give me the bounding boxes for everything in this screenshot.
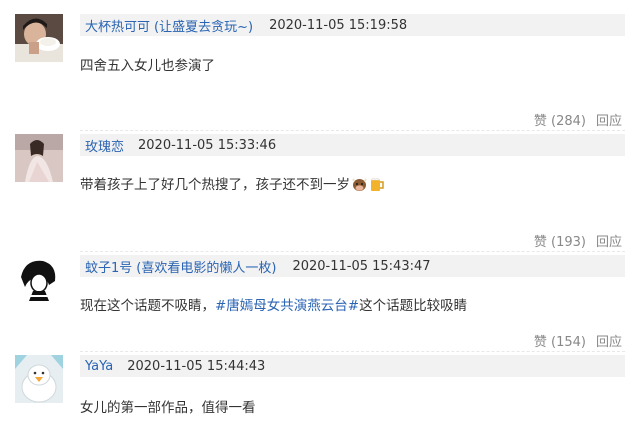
reply-button[interactable]: 回应	[596, 114, 622, 129]
timestamp: 2020-11-05 15:43:47	[292, 258, 431, 274]
timestamp: 2020-11-05 15:44:43	[127, 358, 266, 374]
comment-header: 大杯热可可 (让盛夏去贪玩~) 2020-11-05 15:19:58	[80, 14, 625, 36]
avatar[interactable]	[15, 355, 63, 403]
comment-text: 现在这个话题不吸睛，#唐嫣母女共演燕云台#这个话题比较吸睛	[80, 294, 467, 314]
timestamp: 2020-11-05 15:19:58	[269, 17, 408, 33]
username-link[interactable]: 蚊子1号	[85, 257, 132, 276]
comment-actions: 赞 (193) 回应	[534, 231, 622, 250]
avatar[interactable]	[15, 14, 63, 62]
username-link[interactable]: YaYa	[85, 359, 113, 374]
user-signature: (让盛夏去贪玩~)	[154, 19, 254, 35]
divider	[80, 351, 625, 352]
comment-header: 玫瑰恋 2020-11-05 15:33:46	[80, 134, 625, 156]
user-signature: (喜欢看电影的懒人一枚)	[136, 260, 277, 276]
username-link[interactable]: 大杯热可可	[85, 16, 150, 35]
reply-button[interactable]: 回应	[596, 235, 622, 250]
comment-actions: 赞 (284) 回应	[534, 110, 622, 129]
avatar[interactable]	[15, 255, 63, 303]
comment-text-before: 现在这个话题不吸睛，	[80, 298, 215, 314]
comment-header: YaYa 2020-11-05 15:44:43	[80, 355, 625, 377]
beer-mug-emoji-icon	[369, 176, 385, 196]
comment-actions: 赞 (154) 回应	[534, 331, 622, 350]
reply-button[interactable]: 回应	[596, 335, 622, 350]
divider	[80, 251, 625, 252]
like-button[interactable]: 赞 (154)	[534, 335, 586, 350]
hashtag-link[interactable]: #唐嫣母女共演燕云台#	[215, 298, 359, 314]
comment-text-after: 这个话题比较吸睛	[359, 298, 468, 314]
cow-face-emoji-icon	[351, 176, 368, 196]
comment-text-content: 带着孩子上了好几个热搜了，孩子还不到一岁	[80, 177, 350, 193]
avatar[interactable]	[15, 134, 63, 182]
comment-text: 女儿的第一部作品，值得一看	[80, 400, 256, 416]
like-button[interactable]: 赞 (284)	[534, 114, 586, 129]
comment-header: 蚊子1号 (喜欢看电影的懒人一枚) 2020-11-05 15:43:47	[80, 255, 625, 277]
comment-text: 带着孩子上了好几个热搜了，孩子还不到一岁	[80, 173, 385, 196]
username-link[interactable]: 玫瑰恋	[85, 136, 124, 155]
like-button[interactable]: 赞 (193)	[534, 235, 586, 250]
divider	[80, 130, 625, 131]
timestamp: 2020-11-05 15:33:46	[138, 137, 277, 153]
comment-text: 四舍五入女儿也参演了	[80, 58, 215, 74]
